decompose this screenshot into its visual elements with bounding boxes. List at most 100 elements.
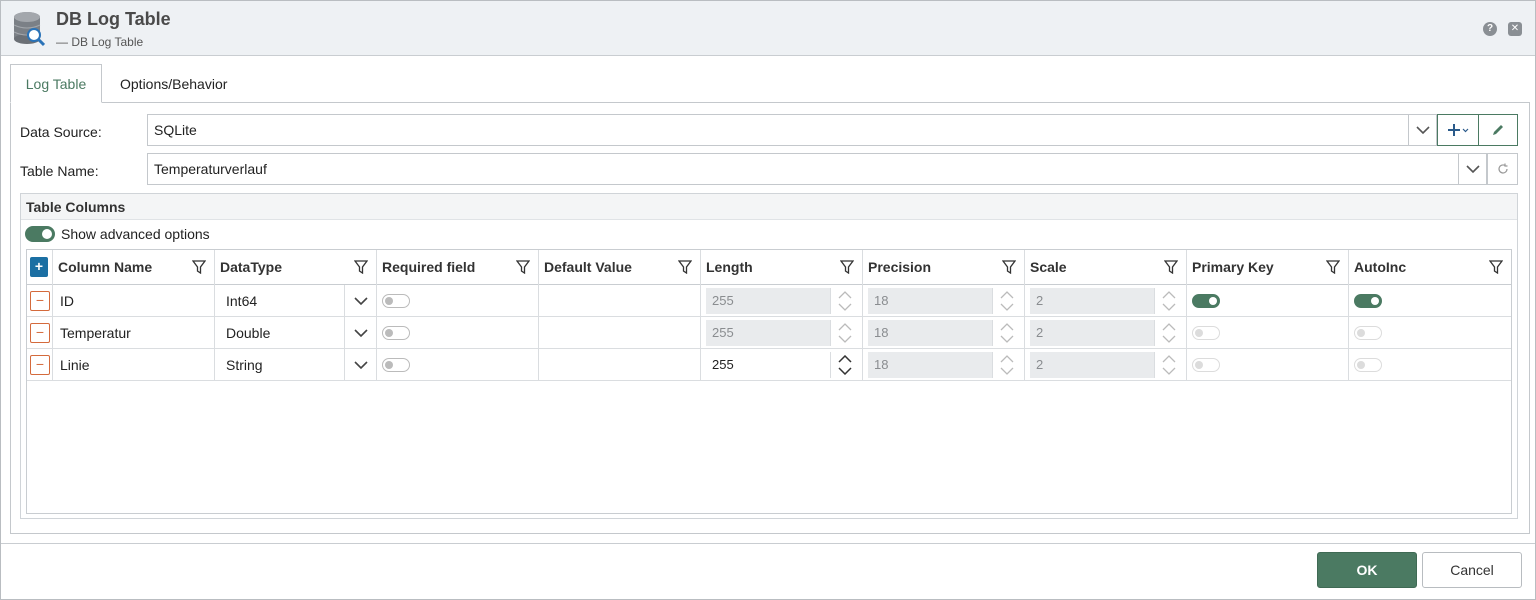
length-cell: 255 bbox=[701, 317, 863, 349]
header-default-value[interactable]: Default Value bbox=[539, 250, 701, 285]
scale-cell: 2 bbox=[1025, 349, 1187, 381]
header-precision[interactable]: Precision bbox=[863, 250, 1025, 285]
length-input[interactable]: 255 bbox=[706, 352, 830, 378]
chevron-down-icon bbox=[1465, 165, 1480, 174]
required-field-cell bbox=[377, 317, 539, 349]
tab-options-behavior[interactable]: Options/Behavior bbox=[105, 64, 242, 103]
filter-icon[interactable] bbox=[1489, 260, 1503, 274]
table-name-label: Table Name: bbox=[20, 163, 99, 179]
plus-dropdown-icon bbox=[1448, 124, 1469, 136]
autoinc-cell bbox=[1349, 285, 1511, 317]
filter-icon[interactable] bbox=[1326, 260, 1340, 274]
default-value-cell[interactable] bbox=[539, 349, 701, 381]
delete-column-button[interactable]: − bbox=[30, 355, 50, 375]
chevron-up-icon[interactable] bbox=[838, 355, 852, 363]
header-length[interactable]: Length bbox=[701, 250, 863, 285]
datatype-cell[interactable]: Int64 bbox=[215, 285, 377, 317]
column-name-cell[interactable]: Linie bbox=[53, 349, 215, 381]
required-toggle[interactable] bbox=[382, 326, 410, 340]
data-source-value: SQLite bbox=[154, 122, 197, 138]
table-name-select[interactable]: Temperaturverlauf bbox=[147, 153, 1487, 185]
scale-input: 2 bbox=[1030, 288, 1154, 314]
scale-spinner bbox=[1154, 320, 1182, 346]
autoinc-cell bbox=[1349, 317, 1511, 349]
tab-log-table[interactable]: Log Table bbox=[10, 64, 102, 103]
scale-spinner bbox=[1154, 288, 1182, 314]
filter-icon[interactable] bbox=[192, 260, 206, 274]
required-field-cell bbox=[377, 349, 539, 381]
filter-icon[interactable] bbox=[1164, 260, 1178, 274]
filter-icon[interactable] bbox=[354, 260, 368, 274]
header-scale[interactable]: Scale bbox=[1025, 250, 1187, 285]
chevron-down-icon[interactable] bbox=[838, 367, 852, 375]
autoinc-toggle[interactable] bbox=[1354, 294, 1382, 308]
chevron-down-icon bbox=[353, 328, 368, 337]
delete-column-button[interactable]: − bbox=[30, 323, 50, 343]
row-action-cell: − bbox=[27, 285, 53, 317]
header-column-name[interactable]: Column Name bbox=[53, 250, 215, 285]
autoinc-cell bbox=[1349, 349, 1511, 381]
scale-cell: 2 bbox=[1025, 317, 1187, 349]
primary-key-toggle bbox=[1192, 326, 1220, 340]
header-primary-key[interactable]: Primary Key bbox=[1187, 250, 1349, 285]
add-column-button[interactable]: + bbox=[30, 257, 48, 277]
table-name-dropdown-button[interactable] bbox=[1458, 154, 1486, 184]
data-source-select[interactable]: SQLite bbox=[147, 114, 1437, 146]
header-required-field[interactable]: Required field bbox=[377, 250, 539, 285]
cancel-button[interactable]: Cancel bbox=[1422, 552, 1522, 588]
grid-header-row: + Column Name DataType Required field De… bbox=[27, 250, 1511, 285]
autoinc-toggle bbox=[1354, 326, 1382, 340]
scale-spinner bbox=[1154, 352, 1182, 378]
help-icon[interactable]: ? bbox=[1483, 22, 1497, 36]
precision-spinner bbox=[992, 352, 1020, 378]
length-input: 255 bbox=[706, 288, 830, 314]
datatype-cell[interactable]: Double bbox=[215, 317, 377, 349]
filter-icon[interactable] bbox=[1002, 260, 1016, 274]
default-value-cell[interactable] bbox=[539, 285, 701, 317]
header-action-cell: + bbox=[27, 250, 53, 285]
filter-icon[interactable] bbox=[678, 260, 692, 274]
refresh-table-button[interactable] bbox=[1487, 153, 1518, 185]
table-row: − Temperatur Double 255 18 2 bbox=[27, 317, 1511, 349]
precision-cell: 18 bbox=[863, 285, 1025, 317]
datatype-dropdown-button[interactable] bbox=[344, 317, 376, 348]
filter-icon[interactable] bbox=[840, 260, 854, 274]
edit-data-source-button[interactable] bbox=[1478, 114, 1518, 146]
header-datatype[interactable]: DataType bbox=[215, 250, 377, 285]
database-icon bbox=[13, 12, 45, 47]
columns-grid: + Column Name DataType Required field De… bbox=[26, 249, 1512, 514]
precision-input: 18 bbox=[868, 320, 992, 346]
length-spinner bbox=[830, 320, 858, 346]
length-spinner[interactable] bbox=[830, 352, 858, 378]
datatype-dropdown-button[interactable] bbox=[344, 349, 376, 380]
datatype-dropdown-button[interactable] bbox=[344, 285, 376, 316]
row-action-cell: − bbox=[27, 349, 53, 381]
default-value-cell[interactable] bbox=[539, 317, 701, 349]
footer-divider bbox=[1, 543, 1535, 544]
primary-key-cell bbox=[1187, 285, 1349, 317]
datatype-cell[interactable]: String bbox=[215, 349, 377, 381]
precision-spinner bbox=[992, 320, 1020, 346]
show-advanced-toggle[interactable] bbox=[25, 226, 55, 242]
data-source-dropdown-button[interactable] bbox=[1408, 115, 1436, 145]
column-name-cell[interactable]: Temperatur bbox=[53, 317, 215, 349]
filter-icon[interactable] bbox=[516, 260, 530, 274]
required-toggle[interactable] bbox=[382, 294, 410, 308]
header-autoinc[interactable]: AutoInc bbox=[1349, 250, 1511, 285]
delete-column-button[interactable]: − bbox=[30, 291, 50, 311]
chevron-down-icon bbox=[353, 360, 368, 369]
column-name-cell[interactable]: ID bbox=[53, 285, 215, 317]
refresh-icon bbox=[1497, 163, 1508, 174]
primary-key-toggle[interactable] bbox=[1192, 294, 1220, 308]
dialog-title: DB Log Table bbox=[56, 9, 171, 29]
dialog-subtitle: — DB Log Table bbox=[56, 35, 144, 49]
ok-button[interactable]: OK bbox=[1317, 552, 1417, 588]
table-columns-title: Table Columns bbox=[21, 194, 1517, 220]
close-icon[interactable]: ✕ bbox=[1508, 22, 1522, 36]
row-action-cell: − bbox=[27, 317, 53, 349]
required-toggle[interactable] bbox=[382, 358, 410, 372]
scale-input: 2 bbox=[1030, 320, 1154, 346]
pencil-icon bbox=[1493, 125, 1503, 135]
add-data-source-button[interactable] bbox=[1437, 114, 1479, 146]
db-log-table-dialog: DB Log Table — DB Log Table ? ✕ Log Tabl… bbox=[0, 0, 1536, 600]
